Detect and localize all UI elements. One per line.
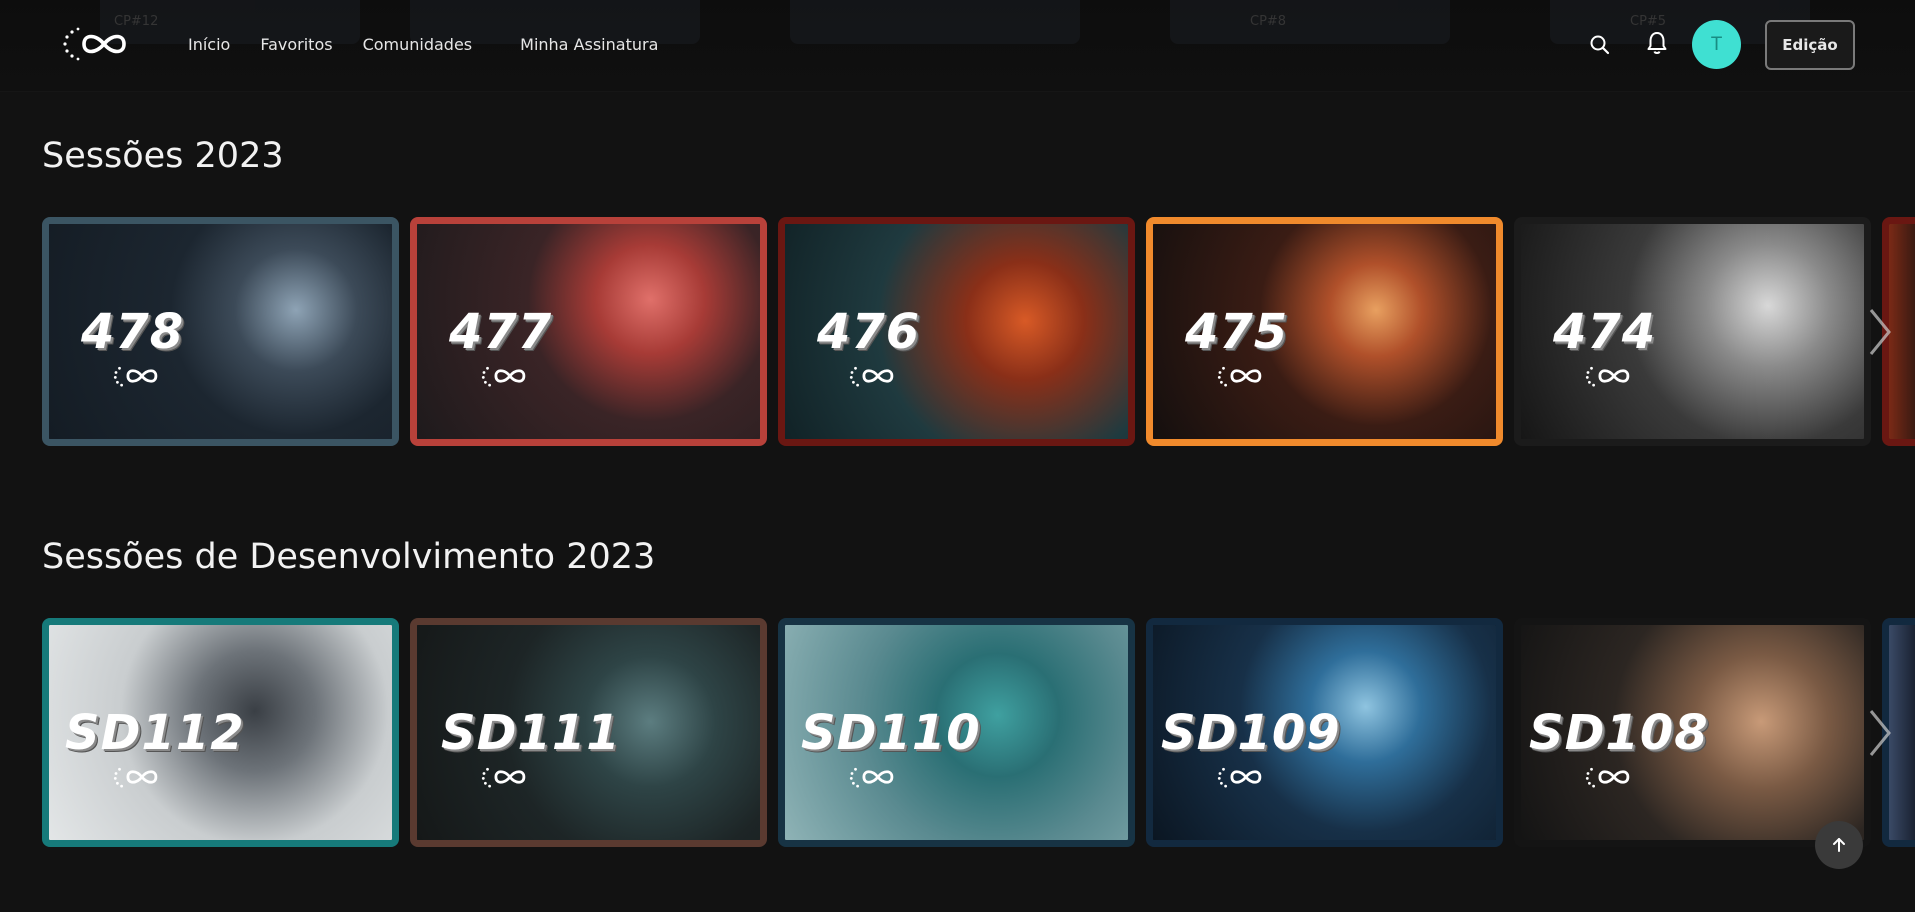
session-card-475[interactable]: 475 bbox=[1146, 217, 1503, 446]
logo-infinity-icon[interactable] bbox=[62, 24, 132, 64]
nav-comunidades[interactable]: Comunidades bbox=[363, 35, 473, 54]
background-thumbnail-label: CP#8 bbox=[1250, 14, 1287, 29]
card-logo-icon bbox=[113, 767, 158, 788]
search-icon[interactable] bbox=[1587, 32, 1613, 58]
arrow-up-icon bbox=[1833, 838, 1845, 852]
session-card-sd109[interactable]: SD109 bbox=[1146, 618, 1503, 847]
card-label: SD112 bbox=[65, 705, 245, 761]
session-card-478[interactable]: 478 bbox=[42, 217, 399, 446]
card-logo-icon bbox=[481, 767, 526, 788]
card-label: 476 bbox=[817, 304, 921, 360]
card-label: SD110 bbox=[801, 705, 981, 761]
card-label: SD111 bbox=[441, 705, 621, 761]
carousel-sessoes-2023: 478 477 476 475 474 bbox=[42, 217, 1915, 446]
main-nav: Início Favoritos Comunidades Minha Assin… bbox=[188, 0, 658, 88]
chevron-right-icon[interactable] bbox=[1865, 302, 1895, 362]
avatar[interactable]: T bbox=[1692, 20, 1741, 69]
bell-icon[interactable] bbox=[1643, 29, 1671, 57]
card-logo-icon bbox=[481, 366, 526, 387]
nav-inicio[interactable]: Início bbox=[188, 35, 230, 54]
section-title-sessoes-desenvolvimento-2023: Sessões de Desenvolvimento 2023 bbox=[42, 537, 656, 577]
background-thumbnail-label: CP#5 bbox=[1630, 14, 1667, 29]
session-card-477[interactable]: 477 bbox=[410, 217, 767, 446]
chevron-right-icon[interactable] bbox=[1865, 703, 1895, 763]
card-logo-icon bbox=[113, 366, 158, 387]
session-card-sd112[interactable]: SD112 bbox=[42, 618, 399, 847]
card-logo-icon bbox=[1585, 767, 1630, 788]
card-label: SD108 bbox=[1529, 705, 1709, 761]
card-logo-icon bbox=[1217, 366, 1262, 387]
edit-button[interactable]: Edição bbox=[1765, 20, 1855, 70]
section-title-sessoes-2023: Sessões 2023 bbox=[42, 136, 284, 176]
card-logo-icon bbox=[849, 366, 894, 387]
carousel-sessoes-desenvolvimento-2023: SD112 SD111 SD110 SD109 SD108 bbox=[42, 618, 1915, 847]
card-label: 478 bbox=[81, 304, 185, 360]
card-logo-icon bbox=[1217, 767, 1262, 788]
card-label: 475 bbox=[1185, 304, 1289, 360]
session-card-sd108[interactable]: SD108 bbox=[1514, 618, 1871, 847]
card-label: SD109 bbox=[1161, 705, 1341, 761]
background-thumbnail bbox=[790, 0, 1080, 44]
nav-favoritos[interactable]: Favoritos bbox=[260, 35, 332, 54]
scroll-to-top-button[interactable] bbox=[1815, 821, 1863, 869]
session-card-474[interactable]: 474 bbox=[1514, 217, 1871, 446]
card-label: 477 bbox=[449, 304, 553, 360]
background-thumbnail: CP#8 bbox=[1170, 0, 1450, 44]
nav-minha-assinatura[interactable]: Minha Assinatura bbox=[520, 35, 658, 54]
card-label: 474 bbox=[1553, 304, 1657, 360]
card-logo-icon bbox=[1585, 366, 1630, 387]
session-card-476[interactable]: 476 bbox=[778, 217, 1135, 446]
session-card-sd111[interactable]: SD111 bbox=[410, 618, 767, 847]
session-card-sd110[interactable]: SD110 bbox=[778, 618, 1135, 847]
card-logo-icon bbox=[849, 767, 894, 788]
